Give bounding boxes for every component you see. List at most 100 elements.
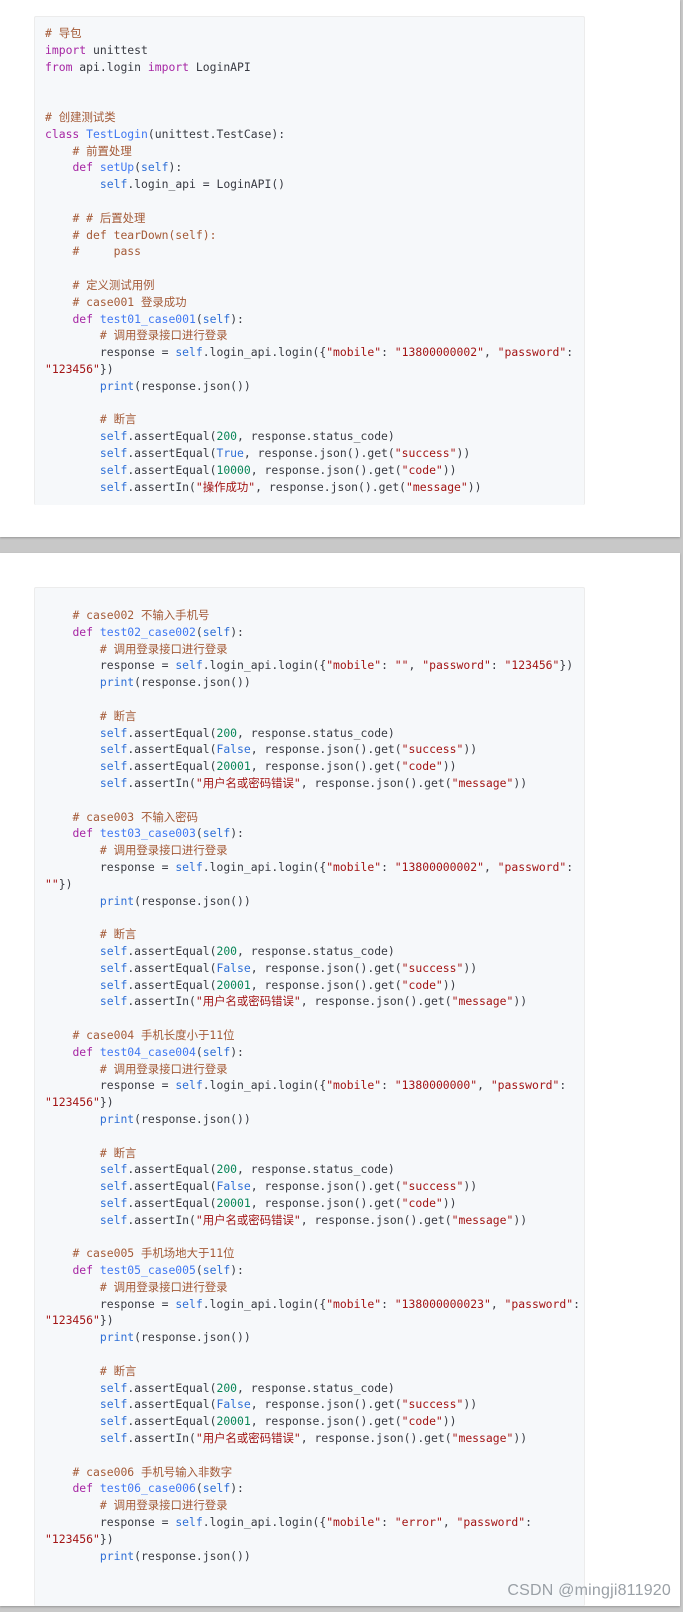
code-line: print(response.json())	[45, 674, 574, 691]
code-block-1[interactable]: # 导包 import unittest from api.login import…	[34, 16, 585, 505]
code-string: "password"	[504, 1296, 574, 1311]
code-text: })	[559, 658, 574, 673]
code-text: ))	[463, 742, 478, 757]
code-block-2[interactable]: # case002 不输入手机号 def test02_case002 ( self…	[34, 587, 585, 1606]
code-text: :	[573, 1296, 580, 1311]
code-text: , response.status_code)	[237, 1162, 395, 1177]
code-builtin: self	[175, 1515, 203, 1530]
code-text: .assertEqual(	[127, 1414, 217, 1429]
code-text: .assertEqual(	[127, 445, 217, 460]
code-string: "message"	[406, 479, 468, 494]
code-text: api.login	[72, 59, 148, 74]
code-string: "success"	[394, 445, 457, 460]
code-number: 20001	[216, 977, 251, 992]
code-text: .assertEqual(	[127, 977, 217, 992]
code-builtin: print	[99, 675, 135, 690]
code-line: self.assertEqual(200, response.status_co…	[45, 943, 574, 960]
code-comment: # case003 不输入密码	[72, 809, 198, 824]
code-text: .login_api.login({	[202, 1296, 327, 1311]
code-string: "123456"	[45, 1095, 100, 1110]
code-line: # def tearDown(self):	[45, 227, 574, 244]
code-line: self.assertIn("用户名或密码错误", response.json(…	[45, 993, 574, 1010]
code-keyword: def	[72, 1263, 94, 1278]
code-text: response =	[45, 658, 176, 673]
code-string: "123456"	[504, 658, 560, 673]
code-text: , response.status_code)	[237, 1380, 395, 1395]
code-text: ,	[477, 1078, 491, 1093]
code-line: # 调用登录接口进行登录	[45, 641, 574, 658]
code-builtin: self	[202, 624, 231, 639]
csdn-watermark: CSDN @mingji811920	[507, 1582, 671, 1599]
code-line: def test03_case003(self):	[45, 825, 574, 842]
code-builtin: self	[99, 759, 128, 774]
code-keyword: from	[45, 59, 73, 74]
code-text: .login_api = LoginAPI()	[127, 177, 286, 192]
code-line: # 调用登录接口进行登录	[45, 1061, 574, 1078]
code-comment: # 导包	[45, 26, 82, 40]
code-string: "message"	[451, 775, 514, 790]
code-builtin: False	[216, 742, 251, 757]
code-text: ):	[230, 624, 244, 639]
code-text: response =	[45, 1078, 176, 1093]
code-line: print(response.json())	[45, 1111, 574, 1128]
code-comment: # case002 不输入手机号	[72, 608, 210, 622]
code-line: # case006 手机号输入非数字	[45, 1464, 574, 1481]
code-text: (unittest.TestCase):	[147, 126, 286, 141]
code-text: (	[195, 1481, 203, 1496]
code-text: ))	[442, 1195, 457, 1210]
code-text: ):	[230, 1263, 244, 1278]
code-builtin: self	[202, 826, 231, 841]
code-line: # 调用登录接口进行登录	[45, 1497, 574, 1514]
code-string: "mobile"	[326, 658, 382, 673]
code-line: "123456"})	[45, 1312, 574, 1329]
code-builtin: self	[99, 445, 128, 460]
code-builtin: self	[202, 311, 231, 326]
code-keyword: def	[72, 160, 94, 175]
code-line: # 断言	[45, 1363, 574, 1380]
code-text: (response.json())	[134, 1111, 251, 1126]
code-builtin: self	[175, 1296, 203, 1311]
code-builtin: self	[99, 1179, 128, 1194]
code-text: , response.json().get(	[250, 462, 402, 477]
code-text: ))	[442, 759, 457, 774]
code-text: , response.json().get(	[250, 1397, 402, 1412]
code-text: .assertEqual(	[127, 759, 217, 774]
code-text: :	[490, 658, 505, 673]
code-function-name: test02_case002	[99, 624, 196, 639]
code-line: self.assertEqual(20001, response.json().…	[45, 1413, 574, 1430]
code-line: # 创建测试类	[45, 109, 574, 126]
code-line: self.assertIn("操作成功", response.json().ge…	[45, 479, 574, 496]
code-builtin: self	[175, 859, 203, 874]
code-text: ):	[230, 826, 244, 841]
code-string: "success"	[401, 1397, 464, 1412]
code-builtin: self	[99, 429, 128, 444]
code-text: .assertEqual(	[127, 1380, 217, 1395]
code-text: ))	[456, 445, 471, 460]
code-line: def test05_case005(self):	[45, 1262, 574, 1279]
code-text: ))	[513, 775, 528, 790]
code-string: "code"	[401, 759, 443, 774]
code-line: ""})	[45, 876, 574, 893]
code-comment: # def tearDown(self):	[72, 227, 217, 242]
